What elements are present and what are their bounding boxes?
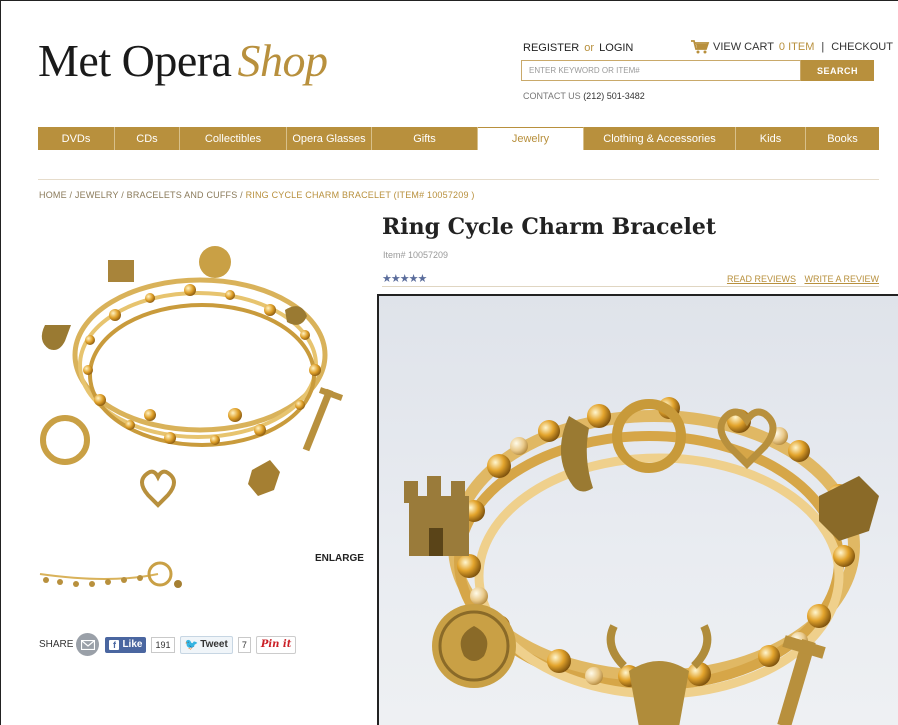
contact-info: CONTACT US (212) 501-3482 <box>523 91 645 101</box>
email-share-icon[interactable] <box>76 633 100 656</box>
share-label: SHARE <box>39 639 74 650</box>
pinterest-button[interactable]: Pin it <box>255 635 297 654</box>
rating-bar: ★★★★★ READ REVIEWS WRITE A REVIEW <box>382 272 879 287</box>
tab-gifts[interactable]: Gifts <box>372 127 478 150</box>
product-thumbnail[interactable] <box>38 560 186 594</box>
main-nav: DVDs CDs Collectibles Opera Glasses Gift… <box>38 127 879 150</box>
view-cart-link[interactable]: VIEW CART <box>713 41 774 53</box>
checkout-link[interactable]: CHECKOUT <box>831 41 893 53</box>
write-review-link[interactable]: WRITE A REVIEW <box>804 274 879 284</box>
logo-accent: Shop <box>237 35 328 86</box>
tab-opera-glasses[interactable]: Opera Glasses <box>287 127 372 150</box>
search-input[interactable] <box>521 60 801 81</box>
search-bar: SEARCH <box>521 60 874 81</box>
tab-collectibles[interactable]: Collectibles <box>180 127 287 150</box>
register-link[interactable]: REGISTER <box>523 42 579 54</box>
read-reviews-link[interactable]: READ REVIEWS <box>727 274 796 284</box>
breadcrumb-current: RING CYCLE CHARM BRACELET (ITEM# 1005720… <box>245 190 475 200</box>
facebook-icon: f <box>109 639 120 650</box>
breadcrumb: HOME / JEWELRY / BRACELETS AND CUFFS / R… <box>39 190 475 200</box>
cart-count[interactable]: 0 ITEM <box>779 41 814 53</box>
tab-kids[interactable]: Kids <box>736 127 806 150</box>
star-rating: ★★★★★ <box>382 273 427 285</box>
contact-phone: (212) 501-3482 <box>583 91 645 101</box>
account-links: REGISTER or LOGIN <box>523 42 633 54</box>
divider: | <box>821 41 825 53</box>
or-text: or <box>584 42 595 54</box>
header-divider <box>38 179 879 180</box>
item-number: Item# 10057209 <box>383 250 449 260</box>
tab-books[interactable]: Books <box>806 127 879 150</box>
breadcrumb-category[interactable]: BRACELETS AND CUFFS <box>127 190 238 200</box>
logo-main: Met Opera <box>38 35 232 86</box>
breadcrumb-home[interactable]: HOME <box>39 190 67 200</box>
zoom-image-panel[interactable] <box>377 294 898 725</box>
tweet-button[interactable]: 🐦 Tweet <box>179 635 233 654</box>
cart-area: VIEW CART 0 ITEM | CHECKOUT <box>690 40 893 54</box>
like-label: Like <box>122 639 143 650</box>
site-logo[interactable]: Met Opera Shop <box>38 34 328 87</box>
twitter-bird-icon: 🐦 <box>184 639 199 651</box>
facebook-like-button[interactable]: f Like <box>105 636 147 653</box>
product-title: Ring Cycle Charm Bracelet <box>382 214 717 240</box>
breadcrumb-jewelry[interactable]: JEWELRY <box>75 190 119 200</box>
product-image[interactable] <box>30 240 375 530</box>
tweet-count: 7 <box>237 636 251 653</box>
like-count: 191 <box>151 636 175 653</box>
zoom-image <box>404 397 879 725</box>
cart-icon[interactable] <box>690 40 710 54</box>
tab-clothing-accessories[interactable]: Clothing & Accessories <box>584 127 736 150</box>
search-button[interactable]: SEARCH <box>801 60 874 81</box>
tweet-label: Tweet <box>200 639 228 650</box>
tab-jewelry[interactable]: Jewelry <box>478 127 584 150</box>
tab-cds[interactable]: CDs <box>115 127 180 150</box>
share-bar: SHARE f Like 191 🐦 Tweet 7 Pin it <box>39 633 297 656</box>
contact-link[interactable]: CONTACT US <box>523 91 581 101</box>
login-link[interactable]: LOGIN <box>599 42 633 54</box>
enlarge-button[interactable]: ENLARGE <box>315 553 364 564</box>
tab-dvds[interactable]: DVDs <box>38 127 115 150</box>
